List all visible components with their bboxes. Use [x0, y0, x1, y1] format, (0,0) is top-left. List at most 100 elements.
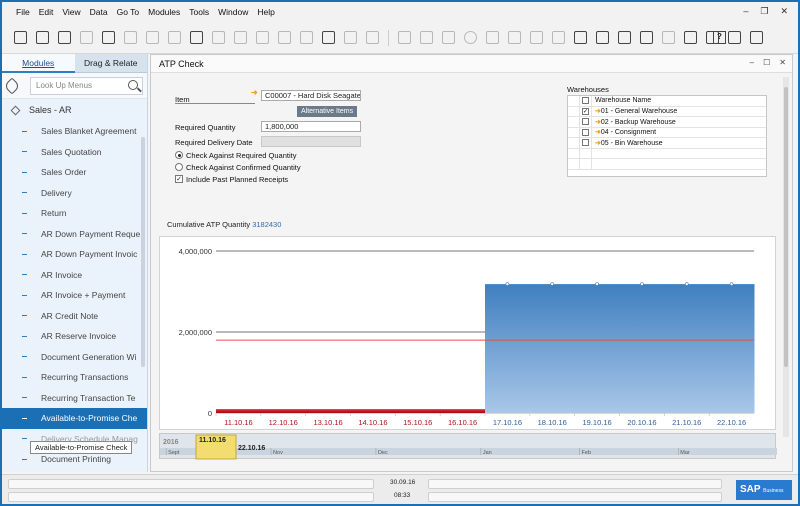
print-preview-icon[interactable]	[102, 31, 115, 44]
excel-icon[interactable]	[124, 31, 137, 44]
menu-view[interactable]: View	[62, 7, 80, 17]
window-close-icon[interactable]: ✕	[779, 58, 786, 67]
item-link-arrow-icon[interactable]: ➜	[251, 88, 258, 97]
module-item[interactable]: AR Invoice + Payment	[2, 285, 147, 306]
refresh-icon[interactable]	[322, 31, 335, 44]
data-point	[729, 282, 734, 286]
module-item[interactable]: Sales Quotation	[2, 142, 147, 163]
x-tick-label: 16.10.16	[448, 418, 477, 427]
filter-icon[interactable]	[344, 31, 357, 44]
bullet-icon	[22, 438, 27, 440]
alerts-icon[interactable]	[618, 31, 631, 44]
widgets-icon[interactable]	[728, 31, 741, 44]
warehouse-row[interactable]: ➜02 - Backup Warehouse	[568, 117, 766, 128]
target-document-icon[interactable]	[420, 31, 433, 44]
search-icon[interactable]	[128, 79, 138, 90]
module-item[interactable]: AR Invoice	[2, 265, 147, 286]
move-icon[interactable]	[190, 31, 203, 44]
navigator-month: Nov	[273, 450, 283, 456]
export-icon[interactable]	[80, 31, 93, 44]
module-list-scrollbar[interactable]	[141, 137, 145, 367]
menu-data[interactable]: Data	[90, 7, 108, 17]
menu-window[interactable]: Window	[218, 7, 248, 17]
module-item-label: Return	[41, 208, 67, 219]
module-item[interactable]: Return	[2, 203, 147, 224]
warehouse-row[interactable]: ➜05 - Bin Warehouse	[568, 138, 766, 149]
module-item[interactable]: Recurring Transaction Te	[2, 388, 147, 409]
module-item[interactable]: Delivery	[2, 183, 147, 204]
warehouse-checkbox[interactable]: ✓	[582, 107, 589, 115]
tab-drag-relate[interactable]: Drag & Relate	[74, 54, 147, 73]
timeline-navigator[interactable]: Sept Nov Dec Jan Feb Mar 2016 11.10.16 22.10.16	[159, 433, 777, 460]
first-record-icon[interactable]	[234, 31, 247, 44]
status-info-field-2	[428, 492, 722, 502]
module-item[interactable]: AR Reserve Invoice	[2, 326, 147, 347]
module-item[interactable]: AR Credit Note	[2, 306, 147, 327]
last-record-icon[interactable]	[300, 31, 313, 44]
reports-icon[interactable]	[684, 31, 697, 44]
required-quantity-field[interactable]: 1,800,000	[261, 121, 361, 132]
menu-help[interactable]: Help	[257, 7, 274, 17]
alternative-items-button[interactable]: Alternative Items	[297, 106, 358, 117]
module-item[interactable]: Sales Blanket Agreement	[2, 121, 147, 142]
lock-screen-icon[interactable]	[750, 31, 763, 44]
module-item[interactable]: AR Down Payment Reque	[2, 224, 147, 245]
previous-record-icon[interactable]	[256, 31, 269, 44]
radio-check-confirmed[interactable]	[175, 163, 183, 171]
include-past-checkbox[interactable]: ✓	[175, 175, 183, 183]
bullet-icon	[22, 315, 27, 317]
item-field[interactable]: C00007 - Hard Disk Seagate 4	[261, 90, 361, 101]
radio-check-required-label: Check Against Required Quantity	[186, 151, 297, 160]
module-item[interactable]: Document Generation Wi	[2, 347, 147, 368]
sort-icon[interactable]	[366, 31, 379, 44]
module-item[interactable]: Available-to-Promise Che	[2, 408, 147, 429]
select-all-checkbox[interactable]	[582, 97, 589, 105]
minimize-icon[interactable]: ‒	[743, 6, 748, 17]
warehouse-checkbox[interactable]	[582, 139, 589, 147]
gross-profit-icon[interactable]	[486, 31, 499, 44]
atp-bar	[440, 409, 486, 413]
warehouse-row[interactable]: ✓ ➜01 - General Warehouse	[568, 106, 766, 117]
word-icon[interactable]	[146, 31, 159, 44]
menu-modules[interactable]: Modules	[148, 7, 180, 17]
menu-search-input[interactable]: Look Up Menus	[30, 76, 143, 95]
structure-icon[interactable]	[212, 31, 225, 44]
module-item[interactable]: Sales Order	[2, 162, 147, 183]
menu-edit[interactable]: Edit	[39, 7, 54, 17]
messages-icon[interactable]	[640, 31, 653, 44]
warehouse-checkbox[interactable]	[582, 128, 589, 136]
menu-tools[interactable]: Tools	[189, 7, 209, 17]
radio-check-required[interactable]	[175, 151, 183, 159]
layout-icon[interactable]	[662, 31, 675, 44]
menu-goto[interactable]: Go To	[117, 7, 140, 17]
warehouse-row[interactable]: ➜04 - Consignment	[568, 127, 766, 138]
x-tick-label: 12.10.16	[269, 418, 298, 427]
edit-icon[interactable]	[530, 31, 543, 44]
email-icon[interactable]	[58, 31, 71, 44]
warehouse-checkbox[interactable]	[582, 118, 589, 126]
print-icon[interactable]	[36, 31, 49, 44]
close-icon[interactable]: ✕	[780, 6, 788, 17]
restore-icon[interactable]: ❐	[760, 6, 768, 17]
module-item[interactable]: AR Down Payment Invoic	[2, 244, 147, 265]
journal-icon[interactable]	[442, 31, 455, 44]
tab-modules[interactable]: Modules	[2, 54, 75, 73]
calendar-icon[interactable]	[596, 31, 609, 44]
form-settings-icon[interactable]	[574, 31, 587, 44]
window-minimize-icon[interactable]: ‒	[750, 58, 754, 67]
window-maximize-icon[interactable]: ☐	[763, 58, 770, 67]
menu-file[interactable]: File	[16, 7, 30, 17]
module-item[interactable]: Recurring Transactions	[2, 367, 147, 388]
next-record-icon[interactable]	[278, 31, 291, 44]
module-item-label: AR Down Payment Reque	[41, 228, 141, 239]
window-scrollbar[interactable]	[783, 77, 789, 437]
volume-weight-icon[interactable]	[508, 31, 521, 44]
pdf-icon[interactable]	[168, 31, 181, 44]
find-icon[interactable]	[14, 31, 27, 44]
payment-icon[interactable]	[464, 31, 477, 44]
draft-icon[interactable]	[552, 31, 565, 44]
help-icon[interactable]: ?	[713, 31, 726, 44]
section-sales-ar[interactable]: Sales - AR	[2, 99, 147, 121]
wrench-icon[interactable]	[3, 77, 21, 94]
base-document-icon[interactable]	[398, 31, 411, 44]
